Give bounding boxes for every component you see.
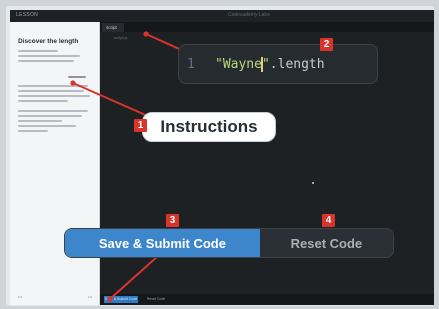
badge-3: 3: [166, 214, 179, 227]
text-line: [18, 125, 76, 127]
text-line: [18, 100, 68, 102]
prev-link[interactable]: •••: [18, 294, 22, 299]
badge-4: 4: [322, 214, 335, 227]
text-line: [18, 90, 84, 92]
app-brand: LESSON: [16, 12, 39, 18]
code-line[interactable]: "Wayne".length: [215, 56, 325, 72]
buttons-zoom-callout: Save & Submit Code Reset Code: [64, 228, 394, 258]
text-line: [18, 120, 62, 122]
tab-script[interactable]: script: [102, 23, 124, 32]
length-property: .length: [269, 56, 325, 72]
text-line: [68, 76, 86, 78]
text-line: [18, 55, 80, 57]
annotated-screenshot: LESSON Codecademy Labs Discover the leng…: [0, 0, 439, 309]
badge-1: 1: [134, 119, 147, 132]
instructions-title: Discover the length: [18, 38, 79, 45]
panel-footer: ••• •••: [18, 294, 92, 299]
text-line: [18, 115, 82, 117]
reset-code-button[interactable]: Reset Code: [144, 296, 168, 303]
reset-code-button-zoom[interactable]: Reset Code: [259, 229, 393, 257]
save-submit-button[interactable]: Save & Submit Code: [104, 296, 138, 303]
string-quote: ": [261, 56, 270, 72]
text-line: [18, 85, 88, 87]
editor-file-label: script.js: [114, 35, 128, 40]
string-literal: "Wayne: [215, 56, 262, 72]
action-bar: Save & Submit Code Reset Code: [100, 294, 434, 305]
text-line: [18, 95, 90, 97]
code-zoom-callout: 1 "Wayne".length: [178, 44, 378, 84]
editor-tab-strip: script: [100, 22, 434, 32]
save-submit-button-zoom[interactable]: Save & Submit Code: [65, 229, 260, 257]
text-line: [18, 50, 58, 52]
instructions-panel: Discover the length ••• •••: [10, 22, 100, 305]
text-line: [18, 130, 48, 132]
text-line: [18, 60, 74, 62]
top-app-bar: LESSON Codecademy Labs: [10, 10, 434, 22]
badge-2: 2: [320, 38, 333, 51]
mouse-pointer: [312, 182, 314, 184]
instructions-callout: Instructions: [142, 112, 276, 142]
text-line: [18, 110, 88, 112]
app-center-title: Codecademy Labs: [228, 12, 270, 18]
next-link[interactable]: •••: [88, 294, 92, 299]
line-number: 1: [187, 56, 195, 72]
